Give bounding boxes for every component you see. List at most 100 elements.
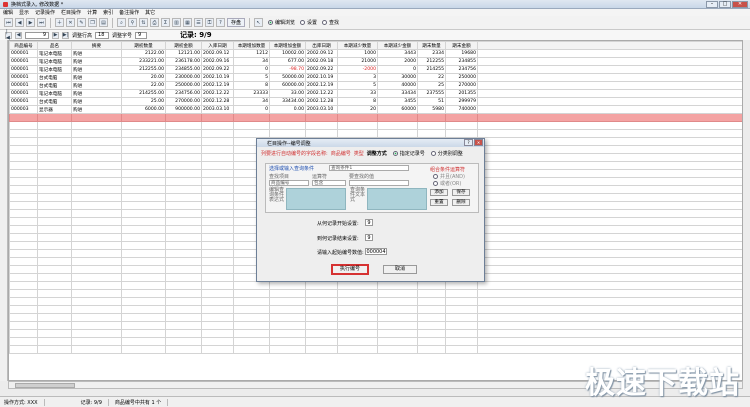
- table-cell[interactable]: 购进: [71, 81, 122, 90]
- table-cell[interactable]: [233, 113, 270, 122]
- table-cell[interactable]: 2002.09.18: [305, 57, 338, 66]
- table-cell[interactable]: [377, 129, 418, 138]
- table-cell[interactable]: [9, 201, 38, 210]
- table-cell[interactable]: [201, 289, 234, 298]
- table-cell[interactable]: [305, 297, 338, 306]
- table-cell[interactable]: [9, 225, 38, 234]
- table-cell[interactable]: 1000: [337, 49, 378, 58]
- table-cell[interactable]: [37, 273, 72, 282]
- table-cell[interactable]: [165, 233, 202, 242]
- table-cell[interactable]: [71, 241, 122, 250]
- table-cell[interactable]: [121, 161, 166, 170]
- table-cell[interactable]: 2002.12.19: [201, 81, 234, 90]
- table-cell[interactable]: [337, 297, 378, 306]
- table-cell[interactable]: [477, 281, 742, 290]
- table-cell[interactable]: [9, 169, 38, 178]
- table-cell[interactable]: 0: [233, 105, 270, 114]
- table-cell[interactable]: [477, 257, 742, 266]
- table-row[interactable]: 000003 显示器 购进 6000.00 900000.00 2003.03.10 0 0.…: [9, 105, 742, 114]
- table-cell[interactable]: [445, 113, 478, 122]
- table-cell[interactable]: [71, 273, 122, 282]
- table-cell[interactable]: [165, 273, 202, 282]
- table-cell[interactable]: 237555: [417, 89, 446, 98]
- table-cell[interactable]: [305, 329, 338, 338]
- table-cell[interactable]: [121, 201, 166, 210]
- row-height-field[interactable]: 18: [95, 31, 110, 39]
- table-cell[interactable]: 台式电脑: [37, 81, 72, 90]
- table-cell[interactable]: 33.00: [269, 89, 306, 98]
- table-cell[interactable]: [165, 209, 202, 218]
- table-cell[interactable]: [165, 185, 202, 194]
- table-cell[interactable]: [9, 209, 38, 218]
- add-button[interactable]: 添加: [430, 189, 448, 196]
- table-cell[interactable]: [201, 209, 234, 218]
- table-cell[interactable]: 笔记本电脑: [37, 49, 72, 58]
- table-cell[interactable]: 214255: [417, 65, 446, 74]
- table-cell[interactable]: 5: [233, 73, 270, 82]
- table-cell[interactable]: 8: [233, 81, 270, 90]
- table-cell[interactable]: 购进: [71, 65, 122, 74]
- table-cell[interactable]: [9, 337, 38, 346]
- table-cell[interactable]: [165, 297, 202, 306]
- table-cell[interactable]: [121, 121, 166, 130]
- table-cell[interactable]: [477, 169, 742, 178]
- table-cell[interactable]: [337, 113, 378, 122]
- table-cell[interactable]: [37, 217, 72, 226]
- column-header[interactable]: 摘要: [71, 41, 122, 50]
- mode-setup-radio[interactable]: 设置: [300, 19, 317, 26]
- table-cell[interactable]: [377, 345, 418, 354]
- table-cell[interactable]: [37, 113, 72, 122]
- table-cell[interactable]: [201, 273, 234, 282]
- table-cell[interactable]: [269, 113, 306, 122]
- empty-row[interactable]: [9, 129, 742, 138]
- table-cell[interactable]: [445, 121, 478, 130]
- table-cell[interactable]: 12121.00: [165, 49, 202, 58]
- table-cell[interactable]: [445, 321, 478, 330]
- table-cell[interactable]: 677.00: [269, 57, 306, 66]
- table-cell[interactable]: 19680: [445, 49, 478, 58]
- empty-row[interactable]: [9, 121, 742, 130]
- table-cell[interactable]: [9, 281, 38, 290]
- table-cell[interactable]: 50000.00: [269, 73, 306, 82]
- table-cell[interactable]: [121, 113, 166, 122]
- table-cell[interactable]: 购进: [71, 105, 122, 114]
- table-cell[interactable]: 201355: [445, 89, 478, 98]
- menu-index[interactable]: 索引: [103, 9, 113, 16]
- table-cell[interactable]: [305, 113, 338, 122]
- table-cell[interactable]: [201, 169, 234, 178]
- table-cell[interactable]: [417, 305, 446, 314]
- table-cell[interactable]: 5: [337, 81, 378, 90]
- table-cell[interactable]: [377, 313, 418, 322]
- table-cell[interactable]: [477, 113, 742, 122]
- first-record-icon[interactable]: ⏮: [4, 18, 13, 27]
- table-cell[interactable]: [477, 273, 742, 282]
- table-cell[interactable]: [233, 297, 270, 306]
- table-cell[interactable]: [121, 241, 166, 250]
- empty-row[interactable]: [9, 305, 742, 314]
- table-cell[interactable]: [305, 337, 338, 346]
- table-cell[interactable]: [165, 305, 202, 314]
- table-cell[interactable]: 250000: [445, 73, 478, 82]
- table-cell[interactable]: 000001: [9, 49, 38, 58]
- grid-icon[interactable]: ▦: [183, 18, 192, 27]
- table-cell[interactable]: [9, 121, 38, 130]
- table-cell[interactable]: 台式电脑: [37, 97, 72, 106]
- table-cell[interactable]: 2002.09.12: [305, 49, 338, 58]
- table-cell[interactable]: 笔记本电脑: [37, 89, 72, 98]
- table-cell[interactable]: 40000: [377, 81, 418, 90]
- table-cell[interactable]: [37, 137, 72, 146]
- table-cell[interactable]: [71, 161, 122, 170]
- empty-row[interactable]: [9, 321, 742, 330]
- table-cell[interactable]: 2002.12.22: [201, 89, 234, 98]
- table-cell[interactable]: 270000.00: [165, 97, 202, 106]
- table-cell[interactable]: [71, 121, 122, 130]
- save-condition-button[interactable]: 保存: [452, 189, 470, 196]
- table-cell[interactable]: [445, 345, 478, 354]
- add-icon[interactable]: ＋: [55, 18, 64, 27]
- table-cell[interactable]: 25: [417, 81, 446, 90]
- table-cell[interactable]: [9, 249, 38, 258]
- table-cell[interactable]: [233, 329, 270, 338]
- delete-button[interactable]: 删除: [452, 199, 470, 206]
- table-cell[interactable]: [477, 193, 742, 202]
- table-cell[interactable]: [71, 217, 122, 226]
